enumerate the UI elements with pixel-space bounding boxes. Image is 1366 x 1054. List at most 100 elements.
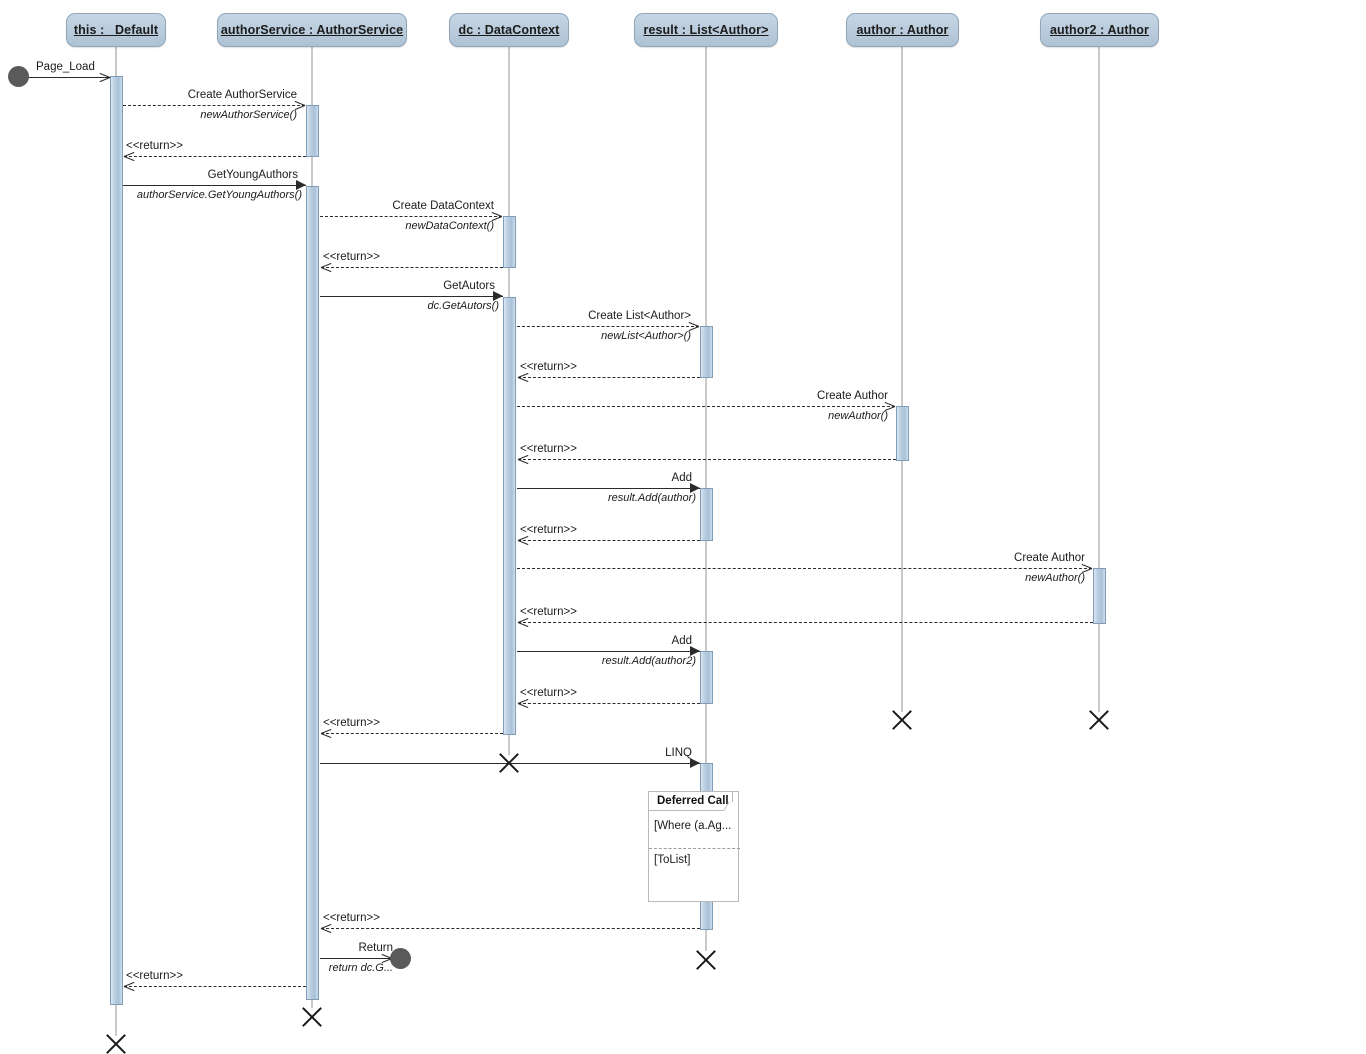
message-operation-m21: return dc.G...	[328, 962, 393, 974]
message-arrowhead-m22	[124, 981, 135, 992]
message-line-m7	[320, 296, 503, 297]
message-label-m7: GetAutors	[443, 280, 495, 292]
message-arrowhead-m9	[518, 372, 529, 383]
fragment-operand-label: [Where (a.Ag...	[654, 820, 732, 832]
lifeline-head-result[interactable]: result : List<Author>	[634, 13, 778, 47]
message-label-m19: LINQ	[665, 747, 692, 759]
fragment-operand-divider	[649, 848, 740, 849]
message-label-m16: Add	[671, 635, 692, 647]
destruction-marker-author	[889, 707, 915, 733]
message-line-m10	[517, 406, 895, 407]
destruction-marker-author2	[1086, 707, 1112, 733]
message-label-m1: Page_Load	[36, 61, 95, 73]
message-line-m20	[321, 928, 700, 929]
activation-bar	[502, 297, 516, 735]
destruction-marker-result	[693, 947, 719, 973]
message-line-m4	[123, 185, 306, 186]
message-label-m5: Create DataContext	[392, 200, 494, 212]
destruction-marker-dc	[496, 750, 522, 776]
message-label-m20: <<return>>	[323, 912, 380, 924]
destruction-marker-authorService	[299, 1004, 325, 1030]
lifeline-head-dc[interactable]: dc : DataContext	[449, 13, 569, 47]
message-arrowhead-m1	[99, 72, 110, 83]
message-operation-m16: result.Add(author2)	[601, 655, 696, 667]
message-label-m2: Create AuthorService	[187, 89, 297, 101]
lifeline-label-author2: author2 : Author	[1049, 23, 1150, 37]
destruction-marker-this	[103, 1031, 129, 1054]
activation-bar	[1092, 568, 1106, 624]
message-line-m11	[518, 459, 896, 460]
message-label-m14: Create Author	[1014, 552, 1085, 564]
message-arrowhead-m18	[321, 728, 332, 739]
message-line-m18	[321, 733, 503, 734]
lifeline-label-result: result : List<Author>	[643, 23, 769, 37]
message-label-m17: <<return>>	[520, 687, 577, 699]
lifeline-head-this[interactable]: this : Default	[66, 13, 166, 47]
message-line-m2	[123, 105, 305, 106]
activation-bar	[895, 406, 909, 461]
message-operation-m12: result.Add(author)	[607, 492, 696, 504]
sequence-diagram-canvas: Deferred Call [Where (a.Ag... [ToList] Page…	[0, 0, 1366, 1054]
activation-bar	[305, 105, 319, 157]
message-operation-m2: newAuthorService()	[200, 109, 297, 121]
activation-bar	[699, 326, 713, 378]
lifeline-label-author: author : Author	[856, 23, 949, 37]
message-operation-m4: authorService.GetYoungAuthors()	[136, 189, 302, 201]
message-label-m3: <<return>>	[126, 140, 183, 152]
message-line-m15	[518, 622, 1093, 623]
message-operation-m7: dc.GetAutors()	[427, 300, 499, 312]
message-line-m14	[517, 568, 1092, 569]
lifeline-label-this: this : Default	[73, 23, 159, 37]
message-line-m13	[518, 540, 700, 541]
message-label-m22: <<return>>	[126, 970, 183, 982]
fragment-deferred-call: Deferred Call [Where (a.Ag... [ToList]	[648, 791, 740, 902]
activation-bar	[305, 186, 319, 1000]
message-operation-m10: newAuthor()	[828, 410, 888, 422]
fragment-title: Deferred Call	[649, 792, 733, 811]
message-arrowhead-m17	[518, 698, 529, 709]
lifeline-head-author[interactable]: author : Author	[846, 13, 959, 47]
activation-bar	[502, 216, 516, 268]
lifeline-head-author2[interactable]: author2 : Author	[1040, 13, 1159, 47]
message-label-m15: <<return>>	[520, 606, 577, 618]
message-line-m17	[518, 703, 700, 704]
message-line-m9	[518, 377, 700, 378]
message-label-m9: <<return>>	[520, 361, 577, 373]
message-arrowhead-m20	[321, 923, 332, 934]
start-event-dot	[8, 66, 29, 87]
fragment-operand-label: [ToList]	[654, 854, 691, 866]
lifeline-line-author	[901, 47, 903, 712]
message-line-m12	[517, 488, 700, 489]
message-arrowhead-m13	[518, 535, 529, 546]
message-arrowhead-m11	[518, 454, 529, 465]
message-label-m11: <<return>>	[520, 443, 577, 455]
message-label-m13: <<return>>	[520, 524, 577, 536]
message-operation-m14: newAuthor()	[1025, 572, 1085, 584]
message-label-m18: <<return>>	[323, 717, 380, 729]
return-event-dot	[390, 948, 411, 969]
message-label-m8: Create List<Author>	[588, 310, 691, 322]
message-line-m3	[124, 156, 306, 157]
message-label-m12: Add	[671, 472, 692, 484]
message-label-m10: Create Author	[817, 390, 888, 402]
lifeline-head-authorService[interactable]: authorService : AuthorService	[217, 13, 407, 47]
message-label-m4: GetYoungAuthors	[207, 169, 298, 181]
message-operation-m8: newList<Author>()	[601, 330, 691, 342]
message-line-m1	[28, 77, 110, 78]
lifeline-label-authorService: authorService : AuthorService	[220, 23, 404, 37]
activation-bar	[699, 488, 713, 541]
message-line-m5	[320, 216, 502, 217]
activation-bar	[699, 651, 713, 704]
message-operation-m5: newDataContext()	[405, 220, 494, 232]
message-label-m21: Return	[358, 942, 393, 954]
message-line-m16	[517, 651, 700, 652]
lifeline-label-dc: dc : DataContext	[458, 23, 560, 37]
message-arrowhead-m3	[124, 151, 135, 162]
message-line-m6	[321, 267, 503, 268]
message-line-m8	[517, 326, 699, 327]
message-line-m22	[124, 986, 306, 987]
message-arrowhead-m15	[518, 617, 529, 628]
activation-bar	[109, 76, 123, 1005]
message-label-m6: <<return>>	[323, 251, 380, 263]
message-arrowhead-m6	[321, 262, 332, 273]
